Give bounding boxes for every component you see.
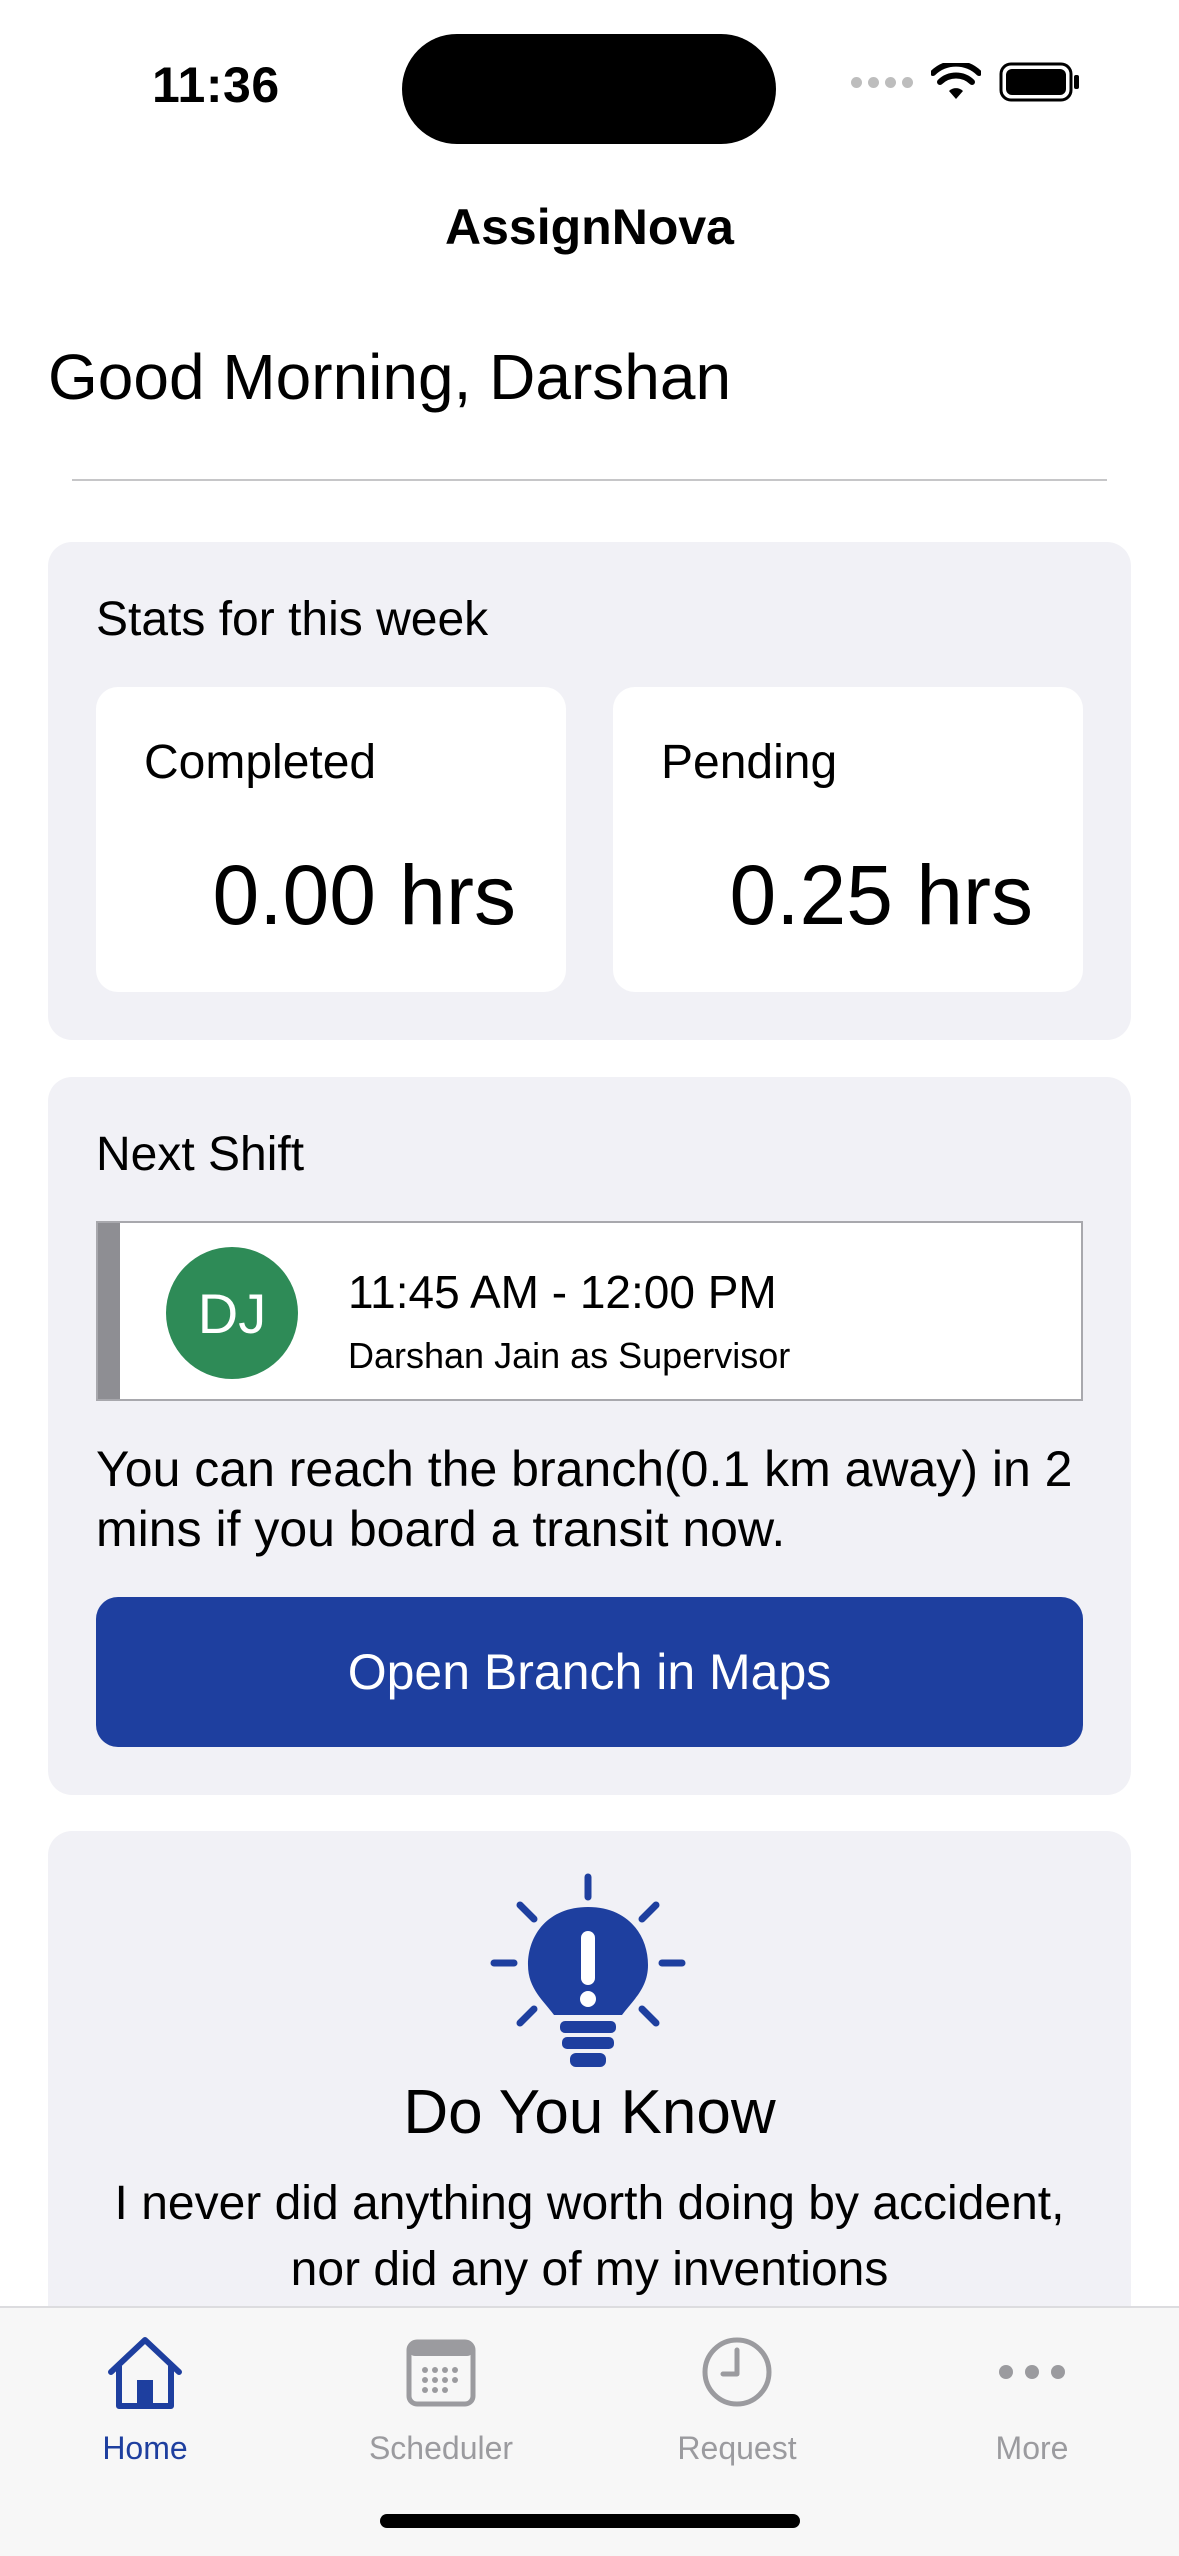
pending-value: 0.25 hrs <box>729 848 1033 942</box>
next-shift-heading: Next Shift <box>96 1128 305 1181</box>
do-you-know-title: Do You Know <box>403 2078 776 2147</box>
home-indicator <box>380 2514 800 2528</box>
shift-row[interactable]: DJ 11:45 AM - 12:00 PM Darshan Jain as S… <box>96 1221 1083 1401</box>
house-icon <box>108 2337 182 2409</box>
avatar: DJ <box>166 1247 298 1379</box>
calendar-icon <box>406 2339 476 2407</box>
status-icons <box>851 62 1081 102</box>
shift-status-bar <box>98 1223 120 1399</box>
clock-icon <box>702 2337 772 2407</box>
divider <box>72 479 1107 481</box>
completed-value: 0.00 hrs <box>212 848 516 942</box>
transit-info: You can reach the branch(0.1 km away) in… <box>96 1441 1073 1557</box>
tab-scheduler[interactable]: Scheduler <box>311 2322 571 2482</box>
dynamic-island <box>402 34 776 144</box>
home-screen: 11:36 AssignNova Good Morning, Darshan S… <box>0 0 1179 2556</box>
status-time: 11:36 <box>152 57 280 113</box>
completed-stat: Completed 0.00 hrs <box>96 687 566 992</box>
tab-request[interactable]: Request <box>607 2322 867 2482</box>
shift-assignee: Darshan Jain as Supervisor <box>348 1335 791 1376</box>
battery-icon <box>999 62 1079 102</box>
quote-text: I never did anything worth doing by acci… <box>114 2177 1065 2296</box>
app-title: AssignNova <box>445 199 734 255</box>
tab-scheduler-label: Scheduler <box>368 2430 514 2466</box>
tab-home[interactable]: Home <box>15 2322 275 2482</box>
cellular-signal-icon <box>851 76 913 88</box>
greeting-text: Good Morning, Darshan <box>48 341 732 413</box>
next-shift-card: Next Shift DJ 11:45 AM - 12:00 PM Darsha… <box>48 1077 1131 1795</box>
lightbulb-icon <box>490 1873 686 2067</box>
tab-more-label: More <box>995 2430 1069 2466</box>
pending-stat: Pending 0.25 hrs <box>613 687 1083 992</box>
ellipsis-icon <box>999 2365 1065 2379</box>
tab-home-label: Home <box>102 2430 188 2466</box>
tab-request-label: Request <box>677 2430 797 2466</box>
wifi-icon <box>931 63 981 99</box>
weekly-stats-card: Stats for this week Completed 0.00 hrs P… <box>48 542 1131 1040</box>
completed-label: Completed <box>144 736 377 789</box>
tab-more[interactable]: More <box>902 2322 1162 2482</box>
pending-label: Pending <box>661 736 838 789</box>
shift-time: 11:45 AM - 12:00 PM <box>348 1266 777 1318</box>
open-maps-button[interactable]: Open Branch in Maps <box>96 1597 1083 1747</box>
stats-heading: Stats for this week <box>96 593 489 646</box>
